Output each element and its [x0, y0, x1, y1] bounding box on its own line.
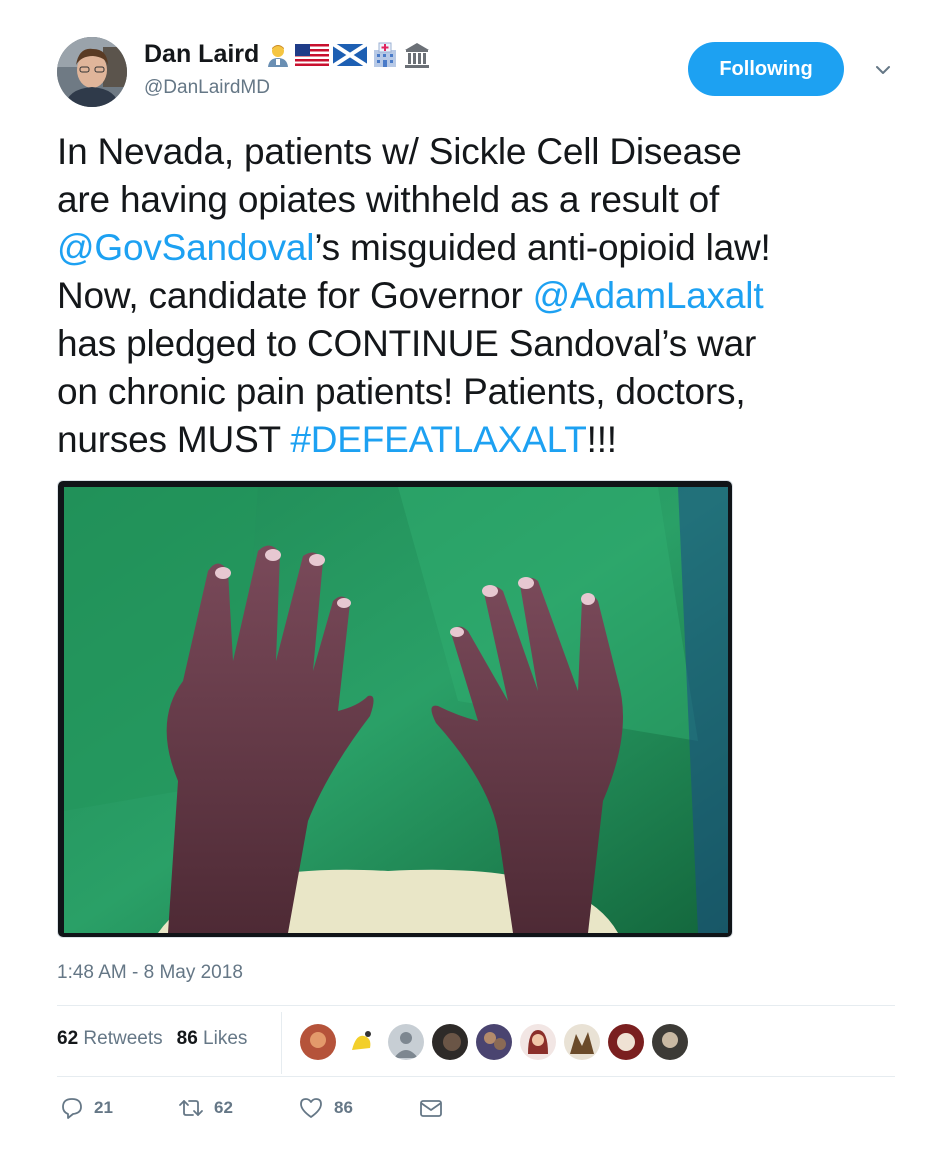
heart-icon [300, 1098, 322, 1118]
reply-count: 21 [94, 1098, 113, 1117]
tweet-text-segment: are having opiates withheld as a result … [57, 179, 720, 220]
tweet-text-segment: ’s misguided anti-opioid law! [314, 227, 771, 268]
retweet-button[interactable]: 62 [178, 1096, 298, 1120]
tweet-text-line: are having opiates withheld as a result … [57, 176, 927, 224]
retweets-count: 62 [57, 1028, 79, 1049]
tweet-stats: 62 Retweets 86 Likes [57, 1028, 247, 1050]
tweet-text-line: @GovSandoval’s misguided anti-opioid law… [57, 224, 927, 272]
tweet-text-line: on chronic pain patients! Patients, doct… [57, 368, 927, 416]
tweet-text-segment: !!! [586, 419, 617, 460]
man-health-worker-emoji-icon [268, 44, 289, 67]
classical-building-emoji-icon [405, 42, 430, 68]
tweet-text-line: In Nevada, patients w/ Sickle Cell Disea… [57, 128, 927, 176]
retweet-count: 62 [214, 1098, 233, 1117]
mention-link[interactable]: @AdamLaxalt [533, 275, 764, 316]
tweet-text-line: has pledged to CONTINUE Sandoval’s war [57, 320, 927, 368]
author-name-text: Dan Laird [144, 40, 260, 68]
like-button[interactable]: 86 [298, 1096, 418, 1120]
hashtag-link[interactable]: #DEFEATLAXALT [290, 419, 586, 460]
tweet-timestamp[interactable]: 1:48 AM - 8 May 2018 [57, 962, 243, 984]
avatar-photo [57, 37, 127, 107]
author-avatar[interactable] [57, 37, 127, 107]
likes-count: 86 [176, 1028, 198, 1049]
reply-button[interactable]: 21 [60, 1096, 178, 1120]
retweets-label: Retweets [83, 1028, 163, 1049]
liker-avatar[interactable] [476, 1024, 512, 1060]
hospital-emoji-icon [374, 42, 397, 67]
tweet-text-segment: nurses MUST [57, 419, 291, 460]
liker-avatar[interactable] [432, 1024, 468, 1060]
liker-avatar[interactable] [388, 1024, 424, 1060]
tweet-media-image[interactable] [57, 480, 733, 938]
retweet-icon [179, 1100, 203, 1116]
like-count: 86 [334, 1098, 353, 1117]
chevron-down-icon[interactable] [873, 60, 893, 80]
liker-avatar[interactable] [564, 1024, 600, 1060]
tweet-text-line: Now, candidate for Governor @AdamLaxalt [57, 272, 927, 320]
liker-avatar[interactable] [520, 1024, 556, 1060]
tweet-text-segment: on chronic pain patients! Patients, doct… [57, 371, 746, 412]
liker-avatar[interactable] [344, 1024, 380, 1060]
direct-message-button[interactable] [418, 1096, 444, 1120]
tweet-text-segment: Now, candidate for Governor [57, 275, 533, 316]
divider-bottom [57, 1076, 895, 1077]
liker-avatar[interactable] [652, 1024, 688, 1060]
stats-separator [281, 1012, 282, 1074]
tweet-actions: 21 62 86 [60, 1096, 444, 1120]
tweet-text: In Nevada, patients w/ Sickle Cell Disea… [57, 128, 927, 464]
likes-label: Likes [203, 1028, 248, 1049]
likes-stat[interactable]: 86 Likes [177, 1028, 248, 1050]
liker-avatar[interactable] [300, 1024, 336, 1060]
tweet-text-line: nurses MUST #DEFEATLAXALT!!! [57, 416, 927, 464]
message-icon [420, 1100, 442, 1117]
tweet-text-segment: In Nevada, patients w/ Sickle Cell Disea… [57, 131, 742, 172]
likers-avatars [300, 1024, 688, 1060]
liker-avatar[interactable] [608, 1024, 644, 1060]
name-emoji-row [265, 41, 431, 69]
divider-top [57, 1005, 895, 1006]
author-handle[interactable]: @DanLairdMD [144, 77, 270, 99]
mention-link[interactable]: @GovSandoval [57, 227, 315, 268]
retweets-stat[interactable]: 62 Retweets [57, 1028, 163, 1050]
scotland-flag-emoji-icon [333, 43, 368, 66]
tweet-text-segment: has pledged to CONTINUE Sandoval’s war [57, 323, 757, 364]
us-flag-emoji-icon [295, 43, 330, 66]
following-button[interactable]: Following [688, 42, 844, 96]
author-name[interactable]: Dan Laird [144, 40, 431, 69]
reply-icon [62, 1098, 82, 1119]
hands-photo [58, 481, 732, 937]
